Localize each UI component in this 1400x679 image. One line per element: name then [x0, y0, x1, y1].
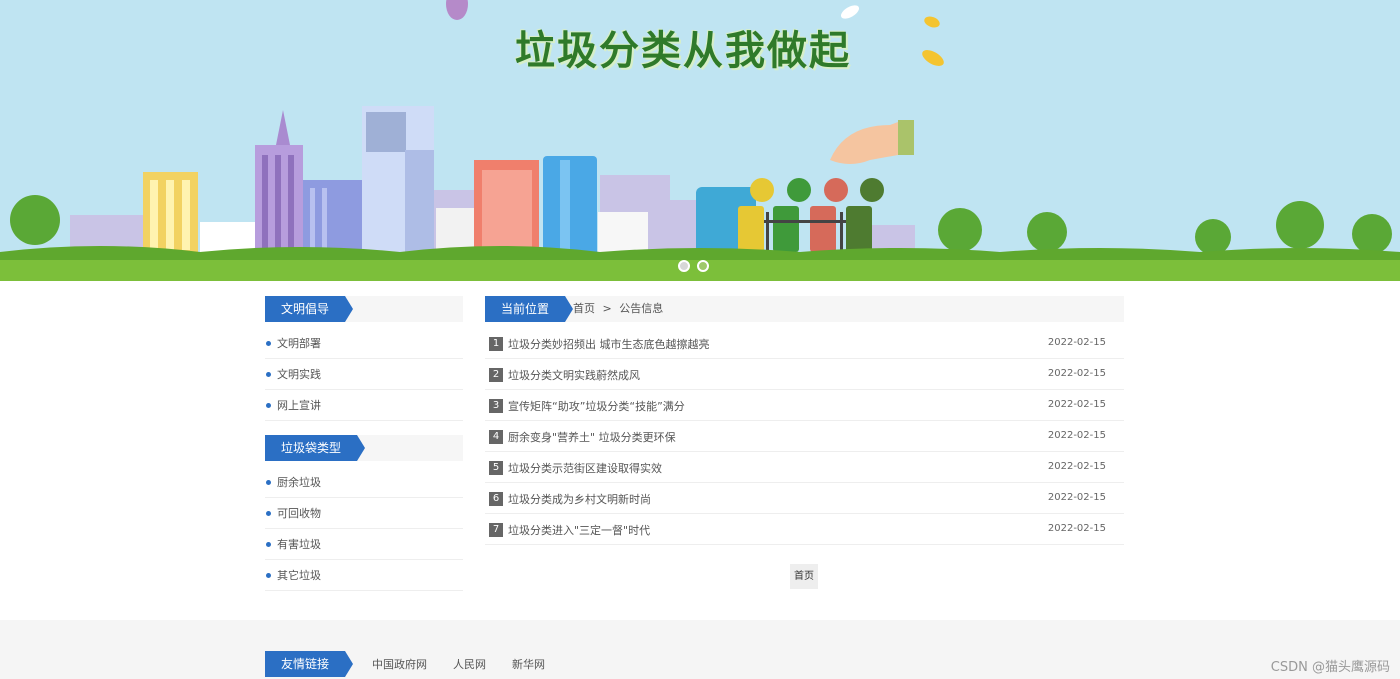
footer-links-title: 友情链接: [265, 651, 354, 677]
article-list: 1 垃圾分类妙招频出 城市生态底色越擦越亮 2022-02-15 2 垃圾分类文明实践…: [485, 328, 1124, 545]
article-number: 3: [489, 399, 503, 413]
banner-title: 垃圾分类从我做起: [515, 28, 851, 74]
breadcrumb-current: 公告信息: [619, 302, 664, 315]
location-header: 当前位置 首页 > 公告信息: [485, 296, 1124, 322]
sidebar-item-practice[interactable]: 文明实践: [265, 359, 463, 390]
sidebar: 文明倡导 文明部署 文明实践 网上宣讲 垃圾袋类型 厨余垃圾 可回收物 有害垃圾…: [265, 296, 463, 605]
article-title[interactable]: 垃圾分类文明实践蔚然成风: [508, 367, 640, 383]
article-date: 2022-02-15: [1047, 337, 1106, 348]
article-number: 2: [489, 368, 503, 382]
section-title: 垃圾袋类型: [265, 435, 366, 461]
carousel-dot-2[interactable]: [697, 260, 709, 272]
main-content: 当前位置 首页 > 公告信息 1 垃圾分类妙招频出 城市生态底色越擦越亮 2022-…: [485, 296, 1124, 589]
list-item[interactable]: 7 垃圾分类进入"三定一督"时代 2022-02-15: [485, 514, 1124, 545]
sidebar-item-kitchen-waste[interactable]: 厨余垃圾: [265, 467, 463, 498]
article-number: 1: [489, 337, 503, 351]
link-people[interactable]: 人民网: [453, 656, 486, 672]
carousel-dots: [678, 260, 709, 272]
article-date: 2022-02-15: [1047, 430, 1106, 441]
list-item[interactable]: 2 垃圾分类文明实践蔚然成风 2022-02-15: [485, 359, 1124, 390]
watermark: CSDN @猫头鹰源码: [1270, 660, 1390, 675]
article-title[interactable]: 宣传矩阵“助攻”垃圾分类“技能”满分: [508, 398, 685, 414]
list-item[interactable]: 6 垃圾分类成为乡村文明新时尚 2022-02-15: [485, 483, 1124, 514]
list-item[interactable]: 3 宣传矩阵“助攻”垃圾分类“技能”满分 2022-02-15: [485, 390, 1124, 421]
article-date: 2022-02-15: [1047, 368, 1106, 379]
article-number: 4: [489, 430, 503, 444]
article-number: 6: [489, 492, 503, 506]
sidebar-list: 厨余垃圾 可回收物 有害垃圾 其它垃圾: [265, 467, 463, 591]
sidebar-item-hazardous[interactable]: 有害垃圾: [265, 529, 463, 560]
friendly-links: 中国政府网 人民网 新华网: [372, 656, 545, 672]
article-date: 2022-02-15: [1047, 523, 1106, 534]
article-title[interactable]: 垃圾分类示范街区建设取得实效: [508, 460, 662, 476]
sidebar-item-deployment[interactable]: 文明部署: [265, 328, 463, 359]
location-label: 当前位置: [485, 296, 574, 322]
section-title: 文明倡导: [265, 296, 354, 322]
article-date: 2022-02-15: [1047, 399, 1106, 410]
article-date: 2022-02-15: [1047, 492, 1106, 503]
sidebar-section-garbage-types: 垃圾袋类型 厨余垃圾 可回收物 有害垃圾 其它垃圾: [265, 435, 463, 591]
section-header: 垃圾袋类型: [265, 435, 463, 461]
article-date: 2022-02-15: [1047, 461, 1106, 472]
section-header: 文明倡导: [265, 296, 463, 322]
article-title[interactable]: 垃圾分类成为乡村文明新时尚: [508, 491, 651, 507]
list-item[interactable]: 1 垃圾分类妙招频出 城市生态底色越擦越亮 2022-02-15: [485, 328, 1124, 359]
article-number: 5: [489, 461, 503, 475]
footer: 友情链接 中国政府网 人民网 新华网 CSDN @猫头鹰源码: [0, 620, 1400, 679]
article-title[interactable]: 厨余变身"营养土" 垃圾分类更环保: [508, 429, 676, 445]
sidebar-item-recyclable[interactable]: 可回收物: [265, 498, 463, 529]
carousel-dot-1[interactable]: [678, 260, 690, 272]
breadcrumb-separator: >: [602, 302, 612, 315]
sidebar-item-other[interactable]: 其它垃圾: [265, 560, 463, 591]
article-number: 7: [489, 523, 503, 537]
sidebar-section-civility: 文明倡导 文明部署 文明实践 网上宣讲: [265, 296, 463, 421]
article-title[interactable]: 垃圾分类进入"三定一督"时代: [508, 522, 650, 538]
pagination-first-button[interactable]: 首页: [790, 564, 818, 589]
link-gov-cn[interactable]: 中国政府网: [372, 656, 427, 672]
article-title[interactable]: 垃圾分类妙招频出 城市生态底色越擦越亮: [508, 336, 710, 352]
list-item[interactable]: 4 厨余变身"营养土" 垃圾分类更环保 2022-02-15: [485, 421, 1124, 452]
sidebar-item-online-lecture[interactable]: 网上宣讲: [265, 390, 463, 421]
list-item[interactable]: 5 垃圾分类示范街区建设取得实效 2022-02-15: [485, 452, 1124, 483]
sidebar-list: 文明部署 文明实践 网上宣讲: [265, 328, 463, 421]
breadcrumb: 首页 > 公告信息: [573, 296, 1124, 322]
breadcrumb-home[interactable]: 首页: [573, 302, 595, 315]
link-xinhua[interactable]: 新华网: [512, 656, 545, 672]
banner: 垃圾分类从我做起: [0, 0, 1400, 281]
